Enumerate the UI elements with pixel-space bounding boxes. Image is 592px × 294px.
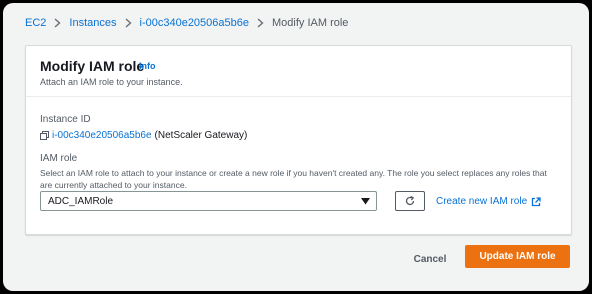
panel-description: Attach an IAM role to your instance. bbox=[40, 77, 183, 87]
instance-id-link[interactable]: i-00c340e20506a5b6e bbox=[52, 130, 152, 141]
panel-title: Modify IAM role bbox=[40, 58, 145, 74]
iam-role-label: IAM role bbox=[40, 153, 78, 164]
breadcrumb-ec2[interactable]: EC2 bbox=[25, 17, 46, 29]
create-iam-role-link[interactable]: Create new IAM role bbox=[436, 196, 541, 207]
caret-down-icon bbox=[361, 198, 370, 205]
external-link-icon bbox=[531, 196, 541, 207]
instance-id-label: Instance ID bbox=[40, 114, 91, 125]
breadcrumb-instance-id[interactable]: i-00c340e20506a5b6e bbox=[140, 17, 250, 29]
create-iam-role-label: Create new IAM role bbox=[436, 196, 528, 207]
instance-id-row: i-00c340e20506a5b6e (NetScaler Gateway) bbox=[40, 130, 247, 141]
breadcrumb-instances[interactable]: Instances bbox=[69, 17, 116, 29]
iam-role-select-value: ADC_IAMRole bbox=[48, 196, 114, 207]
instance-name: (NetScaler Gateway) bbox=[154, 130, 248, 141]
iam-role-select[interactable]: ADC_IAMRole bbox=[40, 191, 377, 211]
breadcrumb-current: Modify IAM role bbox=[272, 17, 349, 29]
refresh-icon bbox=[405, 196, 415, 206]
page-frame: EC2 Instances i-00c340e20506a5b6e Modify… bbox=[3, 3, 589, 291]
chevron-right-icon bbox=[125, 18, 132, 28]
modify-iam-role-panel: Modify IAM role Info Attach an IAM role … bbox=[25, 45, 572, 235]
iam-role-description: Select an IAM role to attach to your ins… bbox=[40, 168, 547, 190]
copy-icon[interactable] bbox=[40, 131, 49, 140]
info-link[interactable]: Info bbox=[139, 61, 156, 71]
breadcrumb: EC2 Instances i-00c340e20506a5b6e Modify… bbox=[25, 17, 348, 29]
chevron-right-icon bbox=[54, 18, 61, 28]
update-iam-role-button[interactable]: Update IAM role bbox=[465, 245, 570, 268]
chevron-right-icon bbox=[257, 18, 264, 28]
panel-header: Modify IAM role Info Attach an IAM role … bbox=[26, 46, 571, 97]
refresh-button[interactable] bbox=[395, 191, 425, 211]
cancel-button[interactable]: Cancel bbox=[405, 249, 455, 269]
